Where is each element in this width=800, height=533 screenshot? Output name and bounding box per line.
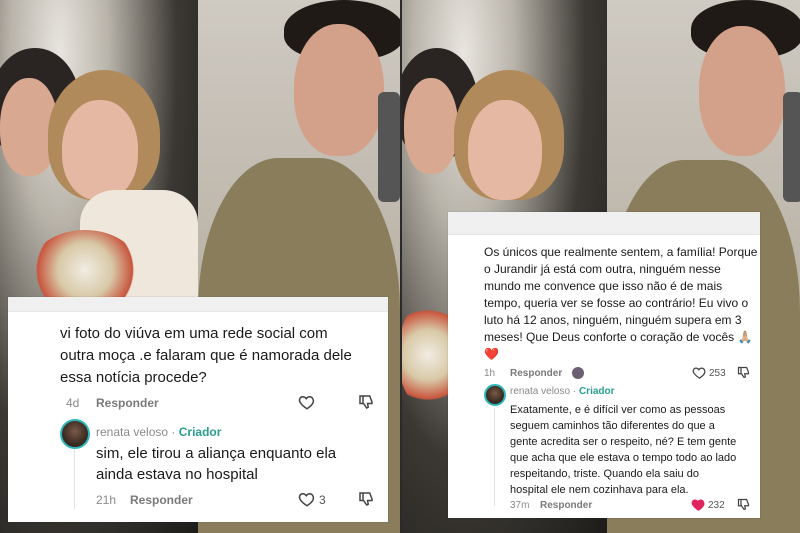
reply-reply-button[interactable]: Responder [130,493,193,507]
thumbs-down-icon[interactable] [736,497,751,512]
comment-line-3: essa notícia procede? [60,369,207,386]
reply-line-5: respeitando, triste. Quando ela saiu do [510,468,699,480]
comment-line-2: outra moça .e falaram que é namorada del… [60,347,352,364]
phone [378,92,400,202]
reply-line-1: Exatamente, e é difícil ver como as pess… [510,404,726,416]
left-screenshot-panel: vi foto do viúva em uma rede social com … [0,0,400,533]
reply-reply-button[interactable]: Responder [540,500,592,511]
comment-line-2: o Jurandir já está com outra, ninguém ne… [484,262,721,276]
reply-time: 37m [510,500,530,511]
comment-line-1: vi foto do viúva em uma rede social com [60,325,328,342]
thumbs-down-icon[interactable] [357,393,375,411]
man-face [699,26,785,156]
woman-face [404,78,458,174]
thread-line [74,445,75,509]
reply-line-1: sim, ele tirou a aliança enquanto ela [96,445,337,462]
reply-line-6: hospital ele nem cozinhava para ela. [510,484,689,496]
right-screenshot-panel: Os únicos que realmente sentem, a famíli… [402,0,800,533]
bride-face [62,100,138,200]
creator-badge: Criador [578,386,615,397]
comment-line-5: luto há 12 anos, ninguém, ninguém supera… [484,313,742,327]
heart-outline-icon[interactable] [692,365,707,380]
reply-line-4: que acha que ele estava o tempo todo ao … [510,452,737,464]
redaction-scribble [8,297,388,312]
comment-line-3: mundo me convence que isso não é de mais [484,279,723,293]
avatar [572,367,584,379]
heart-outline-icon[interactable] [298,490,316,508]
reply-author: renata veloso · Criador [510,386,615,397]
like-count: 232 [708,500,725,511]
comment-line-4: tempo, queria ver se fosse ao contrário!… [484,296,749,310]
thread-line [494,408,495,506]
thumbs-down-icon[interactable] [736,365,751,380]
reply-author: renata veloso · Criador [96,425,222,439]
reply-line-2: seguem caminhos tão diferentes do que a [510,420,715,432]
heart-outline-icon[interactable] [298,393,316,411]
avatar[interactable] [484,384,506,406]
reply-line-2: ainda estava no hospital [96,466,258,483]
bride-face [468,100,542,200]
reply-button[interactable]: Responder [510,368,562,379]
redaction-scribble [448,212,760,235]
man-face [294,24,384,156]
comment-line-6: meses! Que Deus conforte o coração de vo… [484,330,753,344]
creator-badge: Criador [178,425,222,439]
reply-line-3: gente acredita ser o respeito, né? E tem… [510,436,737,448]
reply-button[interactable]: Responder [96,396,159,410]
avatar[interactable] [60,419,90,449]
comment-card: vi foto do viúva em uma rede social com … [8,297,388,522]
comment-card: Os únicos que realmente sentem, a famíli… [448,212,760,518]
reply-time: 21h [96,493,117,507]
heart-emoji: ❤️ [484,347,499,361]
heart-filled-icon[interactable] [691,497,706,512]
comment-line-1: Os únicos que realmente sentem, a famíli… [484,245,758,259]
comment-time: 1h [484,368,496,379]
like-count: 253 [709,368,726,379]
phone [783,92,800,202]
comment-time: 4d [66,396,80,410]
like-count: 3 [319,493,326,507]
thumbs-down-icon[interactable] [357,490,375,508]
